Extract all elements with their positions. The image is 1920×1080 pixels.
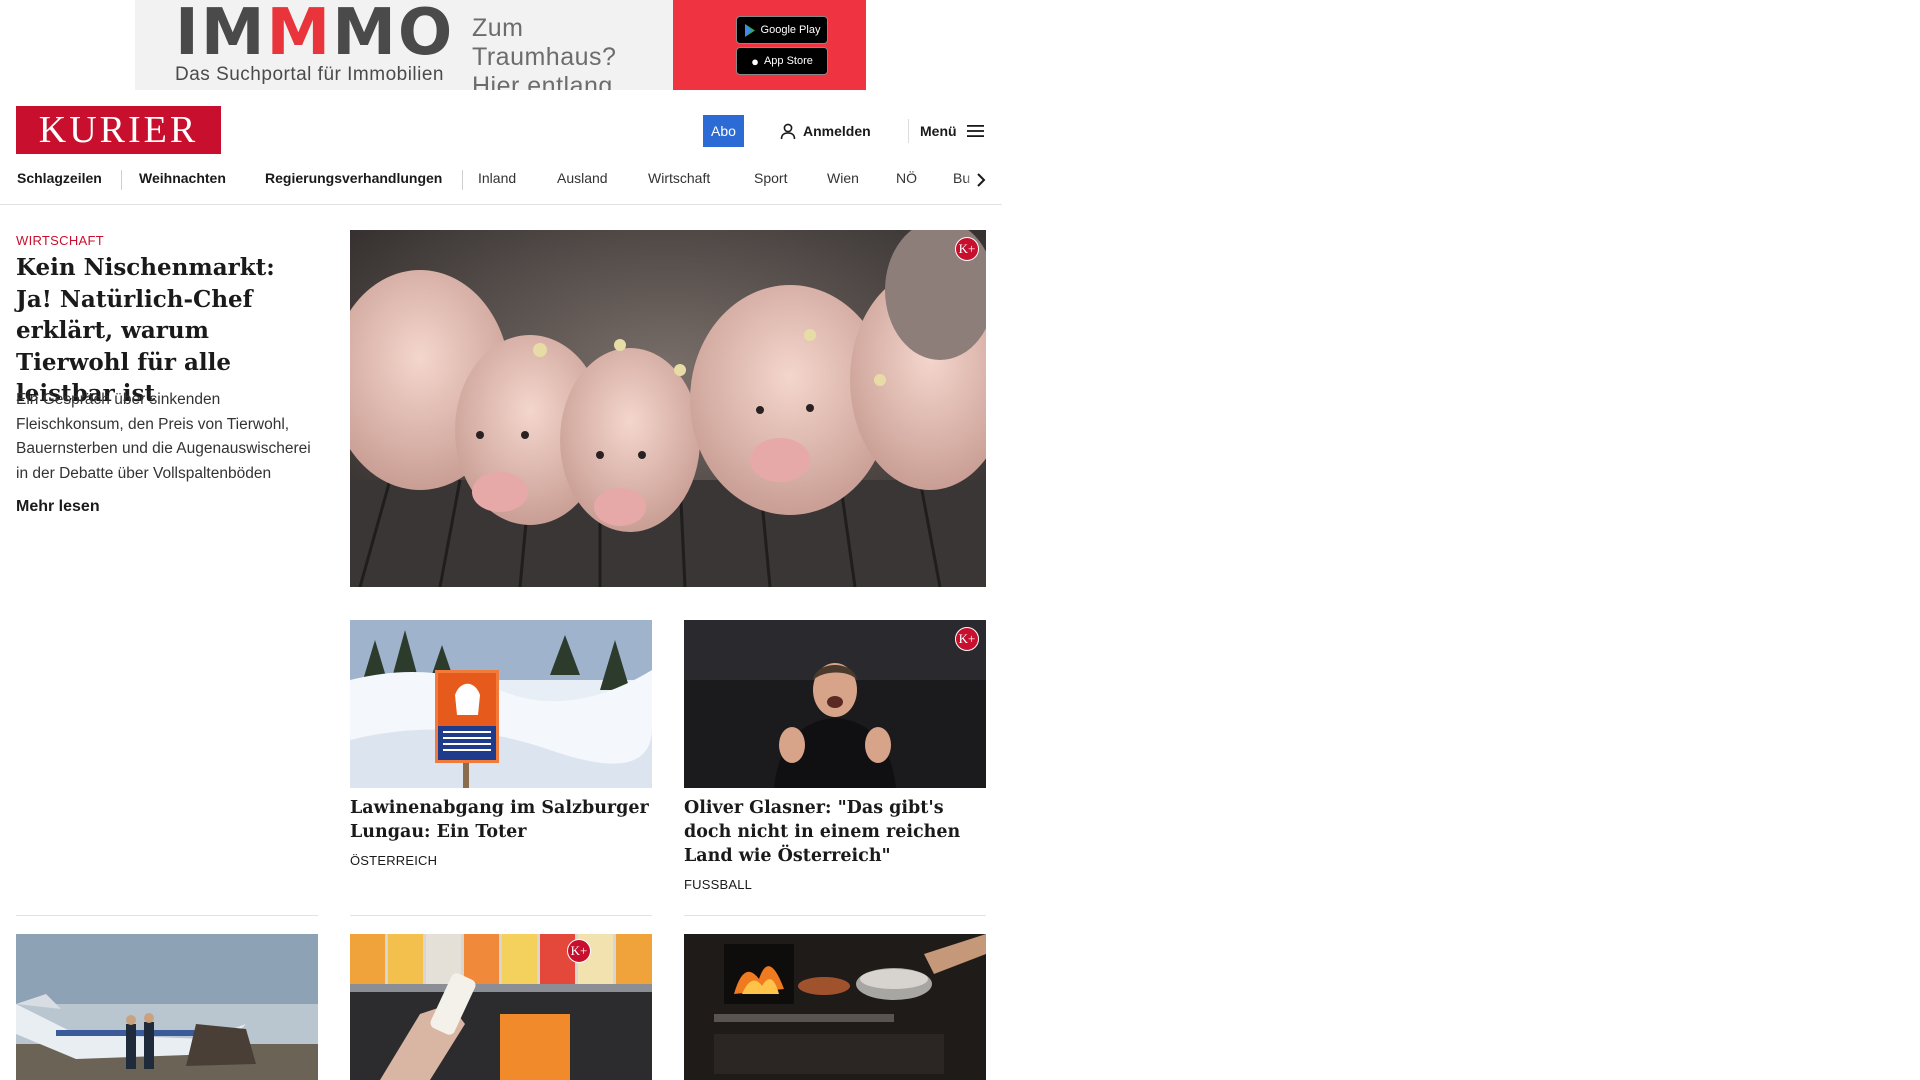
card-headline[interactable]: Oliver Glasner: "Das gibt's doch nicht i… [684, 796, 986, 868]
chevron-right-icon [977, 173, 986, 187]
plane-crash-photo [16, 934, 318, 1080]
ad-tagline: Das Suchportal für Immobilien [175, 64, 444, 85]
card-image-avalanche[interactable] [350, 620, 652, 788]
ad-claim: Zum Traumhaus? Hier entlang. [472, 14, 673, 90]
avalanche-sign-photo [350, 620, 652, 788]
menu-label: Menü [920, 123, 957, 139]
card-headline[interactable]: Lawinenabgang im Salzburger Lungau: Ein … [350, 796, 652, 844]
wood-oven-photo [684, 934, 986, 1080]
ad-left-panel: IMMMO Das Suchportal für Immobilien Zum … [135, 0, 673, 90]
app-store-button[interactable]: ● App Store [736, 47, 828, 75]
ad-claim-line2: Hier entlang. [472, 72, 621, 90]
card-image-plane-crash[interactable] [16, 934, 318, 1080]
divider [16, 915, 318, 916]
card-image-supermarket[interactable]: K+ [350, 934, 652, 1080]
nav-divider [462, 170, 463, 190]
ad-brand-logo: IMMMO [175, 0, 455, 70]
hamburger-icon [966, 125, 984, 137]
ad-banner[interactable]: IMMMO Das Suchportal für Immobilien Zum … [135, 0, 866, 90]
coach-photo [684, 620, 986, 788]
header-divider [908, 119, 909, 143]
nav-item-schlagzeilen[interactable]: Schlagzeilen [17, 170, 102, 186]
section-nav: Schlagzeilen Weihnachten Regierungsverha… [0, 160, 1002, 205]
lead-category[interactable]: Wirtschaft [16, 233, 104, 248]
nav-item-ausland[interactable]: Ausland [557, 170, 608, 186]
app-store-label: App Store [763, 55, 813, 67]
kplus-badge-icon: K+ [955, 627, 979, 651]
ad-claim-line1: Zum Traumhaus? [472, 14, 617, 71]
nav-item-weihnachten[interactable]: Weihnachten [139, 170, 226, 186]
card-category[interactable]: Österreich [350, 853, 437, 868]
user-icon [780, 123, 796, 139]
kplus-badge-icon: K+ [955, 237, 979, 261]
read-more-link[interactable]: Mehr lesen [16, 498, 100, 516]
ad-right-panel: Google Play ● App Store [673, 0, 866, 90]
divider [684, 915, 986, 916]
lead-headline[interactable]: Kein Nischenmarkt: Ja! Natürlich-Chef er… [16, 252, 316, 410]
google-play-label: Google Play [760, 24, 821, 36]
nav-item-wien[interactable]: Wien [827, 170, 859, 186]
nav-item-regierungsverhandlungen[interactable]: Regierungsverhandlungen [265, 170, 442, 186]
abo-button[interactable]: Abo [703, 115, 744, 147]
login-button[interactable]: Anmelden [780, 118, 871, 144]
apple-icon: ● [751, 53, 759, 69]
google-play-icon [744, 23, 755, 37]
kurier-logo[interactable]: KURIER [16, 106, 221, 154]
menu-button[interactable]: Menü [920, 118, 984, 144]
nav-item-noe[interactable]: NÖ [896, 170, 917, 186]
login-label: Anmelden [803, 123, 871, 139]
nav-divider [121, 170, 122, 190]
nav-item-wirtschaft[interactable]: Wirtschaft [648, 170, 710, 186]
supermarket-shelf-photo [350, 934, 652, 1080]
nav-scroll-right-button[interactable] [966, 166, 996, 194]
nav-item-sport[interactable]: Sport [754, 170, 787, 186]
nav-item-inland[interactable]: Inland [478, 170, 516, 186]
kplus-badge-icon: K+ [567, 939, 591, 963]
card-image-glasner[interactable]: K+ [684, 620, 986, 788]
lead-image-piglets[interactable]: K+ [350, 230, 986, 587]
divider [350, 915, 652, 916]
card-category[interactable]: Fussball [684, 877, 752, 892]
card-image-wood-oven[interactable] [684, 934, 986, 1080]
lead-teaser: Ein Gespräch über sinkenden Fleischkonsu… [16, 391, 311, 482]
google-play-button[interactable]: Google Play [736, 16, 828, 44]
piglets-photo [350, 230, 986, 587]
